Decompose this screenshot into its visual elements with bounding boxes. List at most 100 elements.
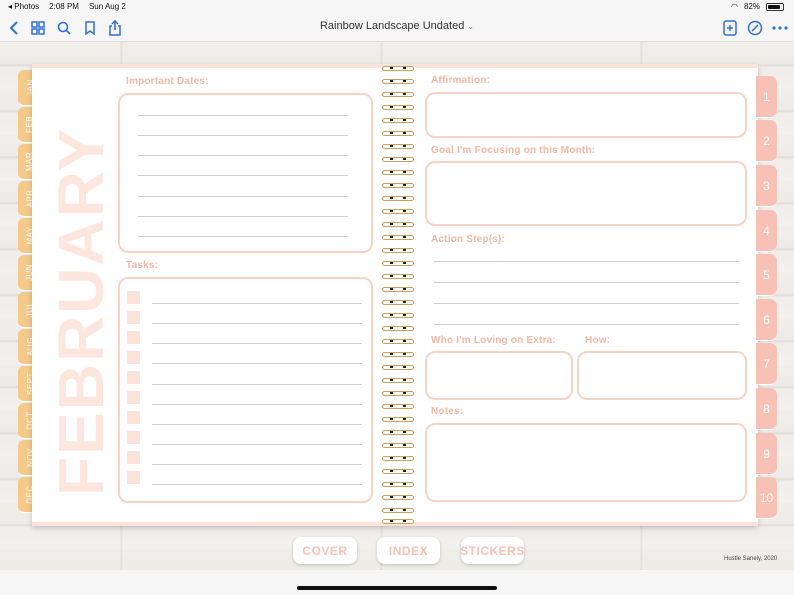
day-tab-7[interactable]: 7: [756, 343, 777, 385]
cover-button[interactable]: COVER: [293, 537, 357, 564]
wifi-icon: ◠: [731, 2, 738, 11]
task-line[interactable]: [152, 323, 362, 324]
loving-extra-box[interactable]: [425, 351, 573, 400]
spiral-ring: [382, 417, 414, 422]
bottom-strip: [0, 570, 794, 595]
markup-pen-icon[interactable]: [745, 18, 765, 38]
spiral-ring: [382, 222, 414, 227]
spiral-ring: [382, 391, 414, 396]
task-checkbox[interactable]: [127, 331, 140, 344]
spiral-ring: [382, 508, 414, 513]
day-tab-8[interactable]: 8: [756, 388, 777, 430]
task-checkbox[interactable]: [127, 311, 140, 324]
action-step-line[interactable]: [434, 303, 739, 304]
writing-line: [138, 175, 348, 176]
document-title[interactable]: Rainbow Landscape Undated ⌄: [0, 20, 794, 32]
spiral-ring: [382, 482, 414, 487]
spiral-ring: [382, 456, 414, 461]
status-bar: ◂ Photos 2:08 PM Sun Aug 2 ◠ 82%: [0, 0, 794, 14]
day-tab-2[interactable]: 2: [756, 120, 777, 162]
spiral-ring: [382, 300, 414, 305]
spiral-ring: [382, 66, 414, 71]
task-checkbox[interactable]: [127, 351, 140, 364]
task-checkbox[interactable]: [127, 471, 140, 484]
day-tab-9[interactable]: 9: [756, 433, 777, 475]
spiral-ring: [382, 287, 414, 292]
writing-line: [138, 155, 348, 156]
credit-text: Hustle Sanely, 2020: [724, 556, 778, 562]
day-tab-6[interactable]: 6: [756, 299, 777, 341]
spiral-ring: [382, 235, 414, 240]
writing-line: [138, 216, 348, 217]
stickers-button[interactable]: STICKERS: [460, 537, 524, 564]
writing-line: [138, 135, 348, 136]
action-steps-label: Action Step(s):: [431, 234, 506, 245]
affirmation-box[interactable]: [425, 92, 747, 138]
spiral-ring: [382, 443, 414, 448]
spiral-ring: [382, 430, 414, 435]
task-line[interactable]: [152, 424, 362, 425]
action-step-line[interactable]: [434, 324, 739, 325]
how-box[interactable]: [577, 351, 747, 400]
spiral-ring: [382, 144, 414, 149]
task-checkbox[interactable]: [127, 291, 140, 304]
index-button[interactable]: INDEX: [377, 537, 440, 564]
spiral-ring: [382, 352, 414, 357]
writing-line: [138, 236, 348, 237]
task-checkbox[interactable]: [127, 411, 140, 424]
spiral-ring: [382, 326, 414, 331]
more-icon[interactable]: [770, 18, 790, 38]
spiral-ring: [382, 495, 414, 500]
spiral-ring: [382, 404, 414, 409]
spiral-ring: [382, 92, 414, 97]
important-dates-box[interactable]: [118, 93, 373, 253]
task-line[interactable]: [152, 363, 362, 364]
important-dates-label: Important Dates:: [126, 76, 209, 87]
status-date: Sun Aug 2: [88, 2, 126, 11]
spiral-ring: [382, 118, 414, 123]
task-line[interactable]: [152, 464, 362, 465]
day-tab-4[interactable]: 4: [756, 210, 777, 252]
day-tab-10[interactable]: 10: [756, 477, 777, 519]
task-line[interactable]: [152, 484, 362, 485]
app-toolbar: Rainbow Landscape Undated ⌄: [0, 14, 794, 42]
day-tab-3[interactable]: 3: [756, 165, 777, 207]
affirmation-label: Affirmation:: [431, 75, 491, 86]
spiral-ring: [382, 365, 414, 370]
goal-box[interactable]: [425, 161, 747, 226]
back-to-app-link[interactable]: ◂ Photos: [8, 2, 39, 11]
action-step-line[interactable]: [434, 261, 739, 262]
spiral-ring: [382, 378, 414, 383]
day-tab-5[interactable]: 5: [756, 254, 777, 296]
task-line[interactable]: [152, 404, 362, 405]
spiral-ring: [382, 313, 414, 318]
task-checkbox[interactable]: [127, 431, 140, 444]
task-line[interactable]: [152, 444, 362, 445]
tasks-box: [118, 277, 373, 503]
status-time: 2:08 PM: [49, 2, 79, 11]
loving-extra-label: Who I'm Loving on Extra:: [431, 335, 556, 346]
spiral-ring: [382, 339, 414, 344]
home-indicator[interactable]: [297, 586, 497, 590]
task-checkbox[interactable]: [127, 371, 140, 384]
spiral-ring: [382, 79, 414, 84]
spiral-ring: [382, 105, 414, 110]
day-tab-1[interactable]: 1: [756, 76, 777, 118]
spiral-ring: [382, 196, 414, 201]
spiral-ring: [382, 274, 414, 279]
notes-box[interactable]: [425, 423, 747, 502]
task-checkbox[interactable]: [127, 391, 140, 404]
task-line[interactable]: [152, 343, 362, 344]
spiral-ring: [382, 183, 414, 188]
task-checkbox[interactable]: [127, 451, 140, 464]
task-line[interactable]: [152, 384, 362, 385]
spiral-ring: [382, 519, 414, 524]
add-page-icon[interactable]: [720, 18, 740, 38]
month-title: FEBRUARY: [45, 126, 117, 496]
spiral-ring: [382, 248, 414, 253]
writing-line: [138, 115, 348, 116]
action-step-line[interactable]: [434, 282, 739, 283]
notes-label: Notes:: [431, 406, 464, 417]
task-line[interactable]: [152, 303, 362, 304]
spiral-ring: [382, 469, 414, 474]
